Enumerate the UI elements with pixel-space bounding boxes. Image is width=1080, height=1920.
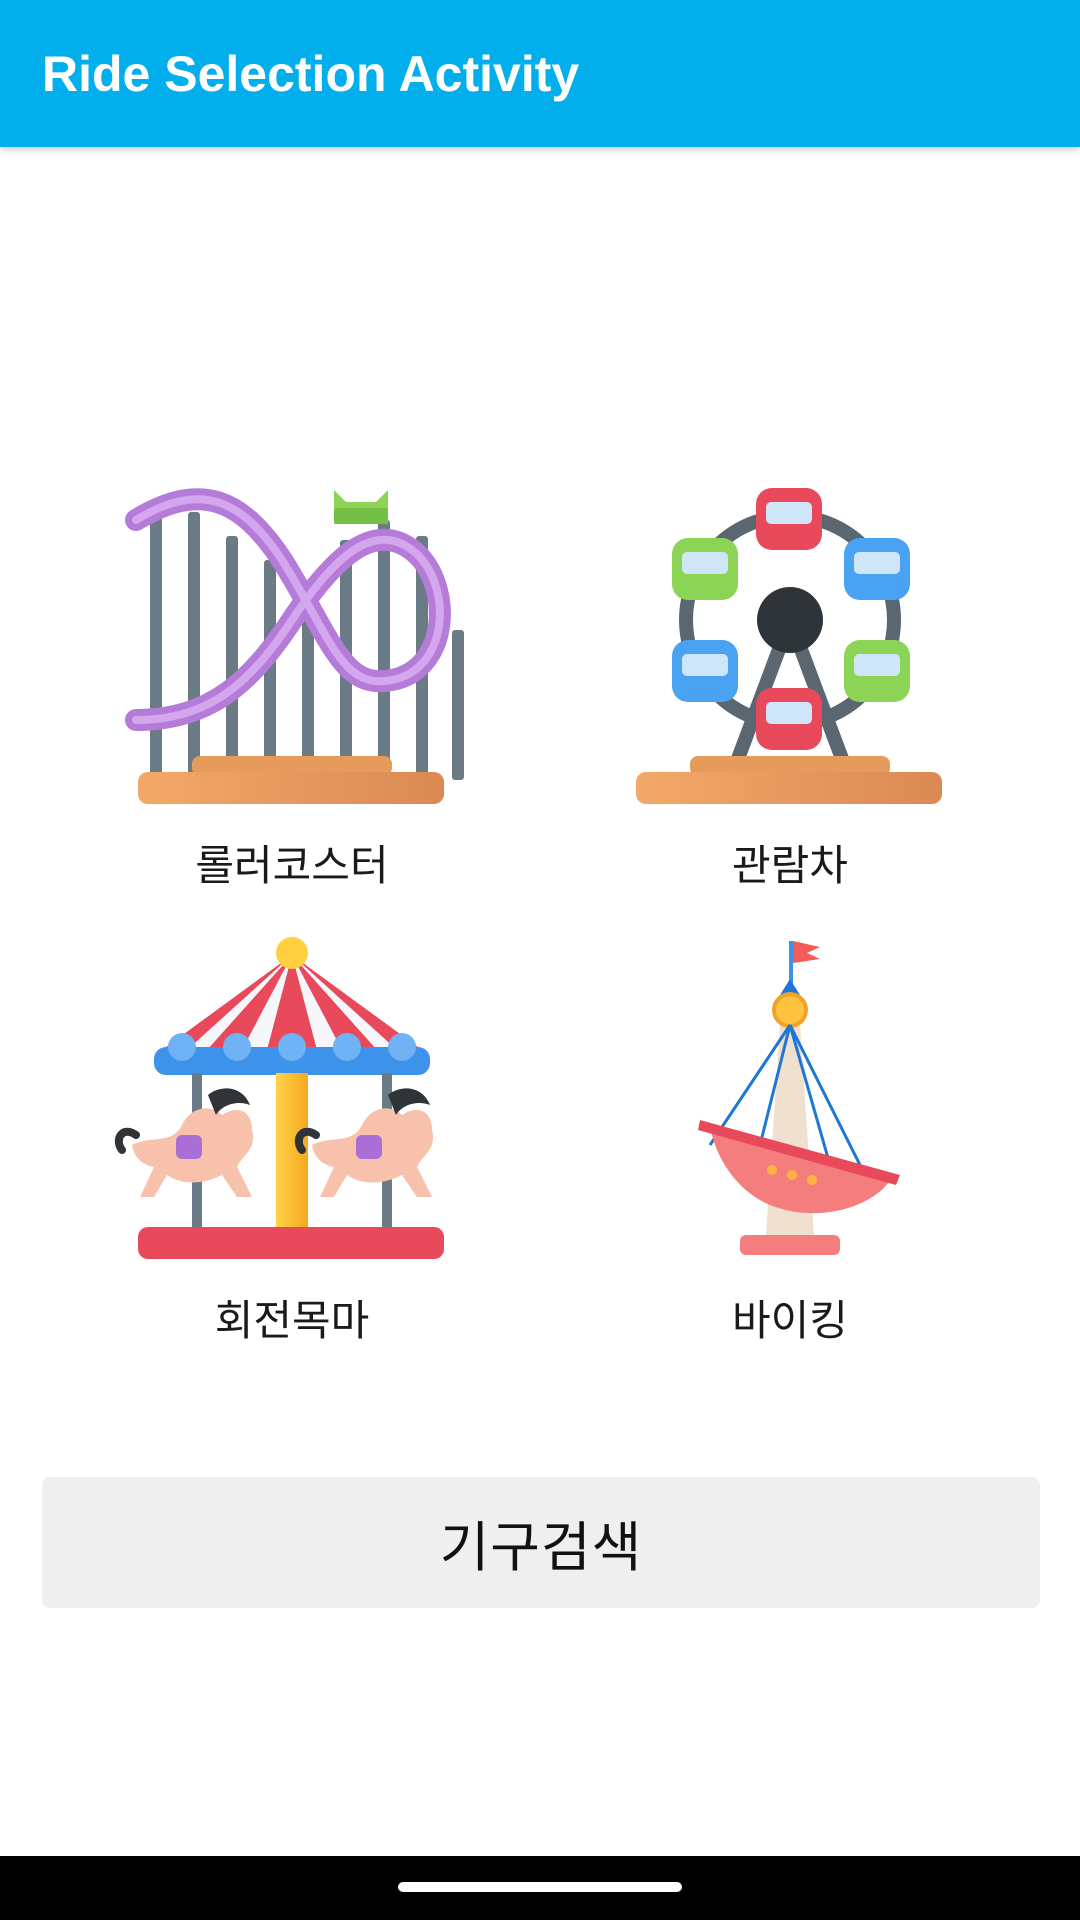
ride-label: 바이킹: [732, 1296, 848, 1345]
pirate-ship-icon: [698, 941, 900, 1255]
roller-coaster-icon: [125, 488, 464, 804]
carousel-icon: [114, 937, 444, 1259]
home-gesture-handle[interactable]: [398, 1882, 682, 1892]
ride-roller-coaster[interactable]: 롤러코스터: [92, 480, 492, 900]
ride-ferris-wheel[interactable]: 관람차: [590, 480, 990, 900]
ride-carousel[interactable]: 회전목마: [92, 935, 492, 1355]
ride-label: 관람차: [732, 841, 848, 890]
ride-label: 롤러코스터: [195, 841, 389, 890]
ride-pirate-ship[interactable]: 바이킹: [590, 935, 990, 1355]
ferris-wheel-icon: [636, 488, 942, 804]
ride-search-button[interactable]: 기구검색: [42, 1477, 1040, 1608]
app-bar: Ride Selection Activity: [0, 0, 1080, 147]
ride-label: 회전목마: [214, 1296, 370, 1345]
app-title: Ride Selection Activity: [42, 46, 580, 102]
